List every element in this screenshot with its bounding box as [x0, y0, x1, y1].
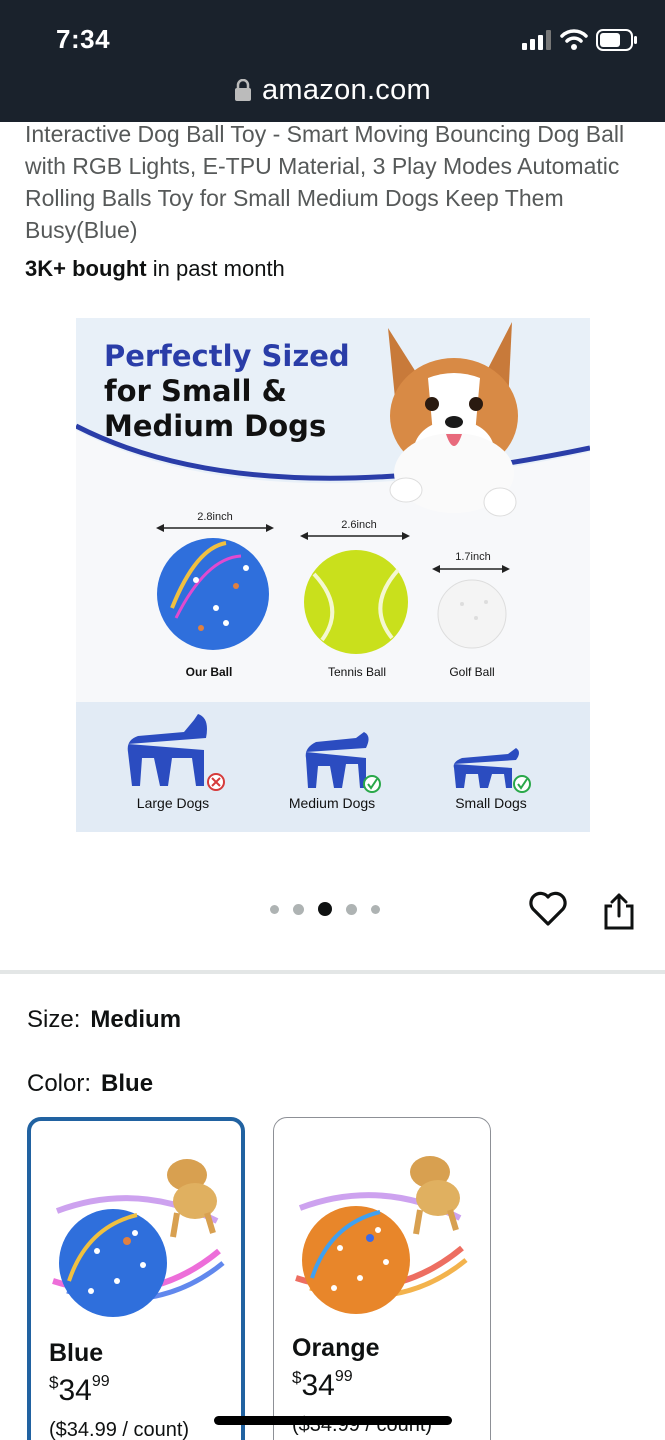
- hero-headline-1: Perfectly Sized: [104, 339, 350, 373]
- status-bar: 7:34 amazon.com: [0, 0, 665, 122]
- url-text: amazon.com: [261, 73, 431, 106]
- bought-count: 3K+ bought in past month: [25, 256, 285, 281]
- section-divider: [0, 970, 665, 974]
- battery-icon: [596, 29, 637, 51]
- blue-ball-thumbnail: [52, 1159, 225, 1317]
- product-image[interactable]: Perfectly Sized for Small & Medium Dogs …: [76, 318, 590, 832]
- swatch-price: $3499: [49, 1373, 110, 1407]
- carousel-dot[interactable]: [371, 904, 380, 914]
- carousel-dot[interactable]: [346, 903, 357, 915]
- our-ball-label: Our Ball: [186, 665, 233, 679]
- carousel-indicator[interactable]: [270, 902, 380, 916]
- color-swatch-blue[interactable]: Blue $3499 ($34.99 / count): [27, 1117, 245, 1440]
- product-title: Interactive Dog Ball Toy - Smart Moving …: [25, 121, 625, 243]
- swatch-name: Orange: [292, 1334, 380, 1362]
- home-indicator[interactable]: [214, 1416, 452, 1425]
- tennis-ball-label: Tennis Ball: [328, 665, 386, 679]
- color-selection: Color: Blue: [27, 1070, 154, 1097]
- small-dogs-label: Small Dogs: [455, 795, 527, 811]
- carousel-dot[interactable]: [270, 904, 279, 914]
- golf-ball-label: Golf Ball: [449, 665, 494, 679]
- share-icon[interactable]: [603, 892, 635, 930]
- swatch-unit-price: ($34.99 / count): [49, 1419, 190, 1440]
- color-swatch-orange[interactable]: Orange $3499 ($34.99 / count): [273, 1117, 491, 1440]
- wifi-icon: [560, 29, 588, 50]
- golf-ball-size: 1.7inch: [455, 551, 490, 563]
- address-bar[interactable]: amazon.com: [0, 70, 665, 110]
- lock-icon: [234, 79, 251, 101]
- carousel-dot-active[interactable]: [318, 902, 332, 916]
- heart-icon[interactable]: [528, 890, 568, 928]
- hero-headline-2: for Small &: [104, 374, 287, 408]
- size-selection: Size: Medium: [27, 1006, 182, 1033]
- large-dogs-label: Large Dogs: [137, 795, 209, 811]
- orange-ball-thumbnail: [295, 1156, 468, 1314]
- tennis-ball-size: 2.6inch: [341, 519, 376, 531]
- our-ball-size: 2.8inch: [197, 511, 232, 523]
- signal-icon: [522, 30, 551, 50]
- swatch-price: $3499: [292, 1368, 353, 1402]
- hero-headline-3: Medium Dogs: [104, 409, 326, 443]
- clock: 7:34: [56, 24, 111, 54]
- swatch-name: Blue: [49, 1339, 104, 1367]
- medium-dogs-label: Medium Dogs: [289, 795, 375, 811]
- carousel-dot[interactable]: [293, 903, 304, 915]
